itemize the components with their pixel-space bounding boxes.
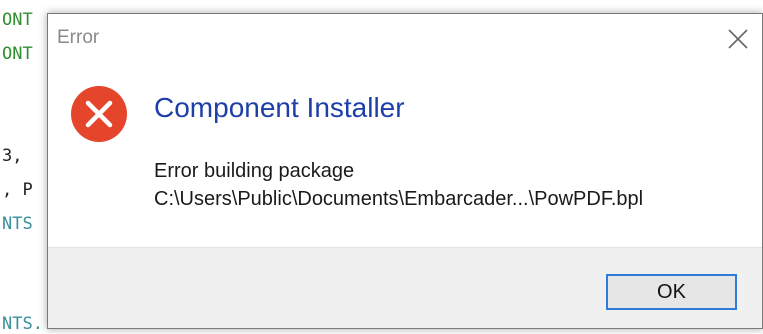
code-line: ONT — [2, 10, 33, 30]
dialog-footer: OK — [48, 247, 762, 328]
dialog-content: Component Installer Error building packa… — [48, 64, 762, 250]
code-line: NTS. — [2, 314, 43, 334]
error-file-path: C:\Users\Public\Documents\Embarcader...\… — [154, 188, 644, 210]
code-line: , P — [2, 180, 33, 200]
error-icon — [71, 86, 127, 142]
error-dialog: Error Component Installer Error building… — [47, 13, 763, 329]
code-line: 3, — [2, 146, 23, 166]
error-message: Error building package — [154, 160, 355, 182]
ok-button[interactable]: OK — [606, 274, 737, 310]
dialog-heading: Component Installer — [154, 92, 405, 123]
code-line: ONT — [2, 44, 33, 64]
dialog-titlebar[interactable]: Error — [48, 14, 762, 64]
code-line: NTS — [2, 214, 33, 234]
close-button[interactable] — [714, 14, 762, 64]
dialog-title: Error — [57, 27, 100, 48]
close-icon — [728, 29, 748, 49]
